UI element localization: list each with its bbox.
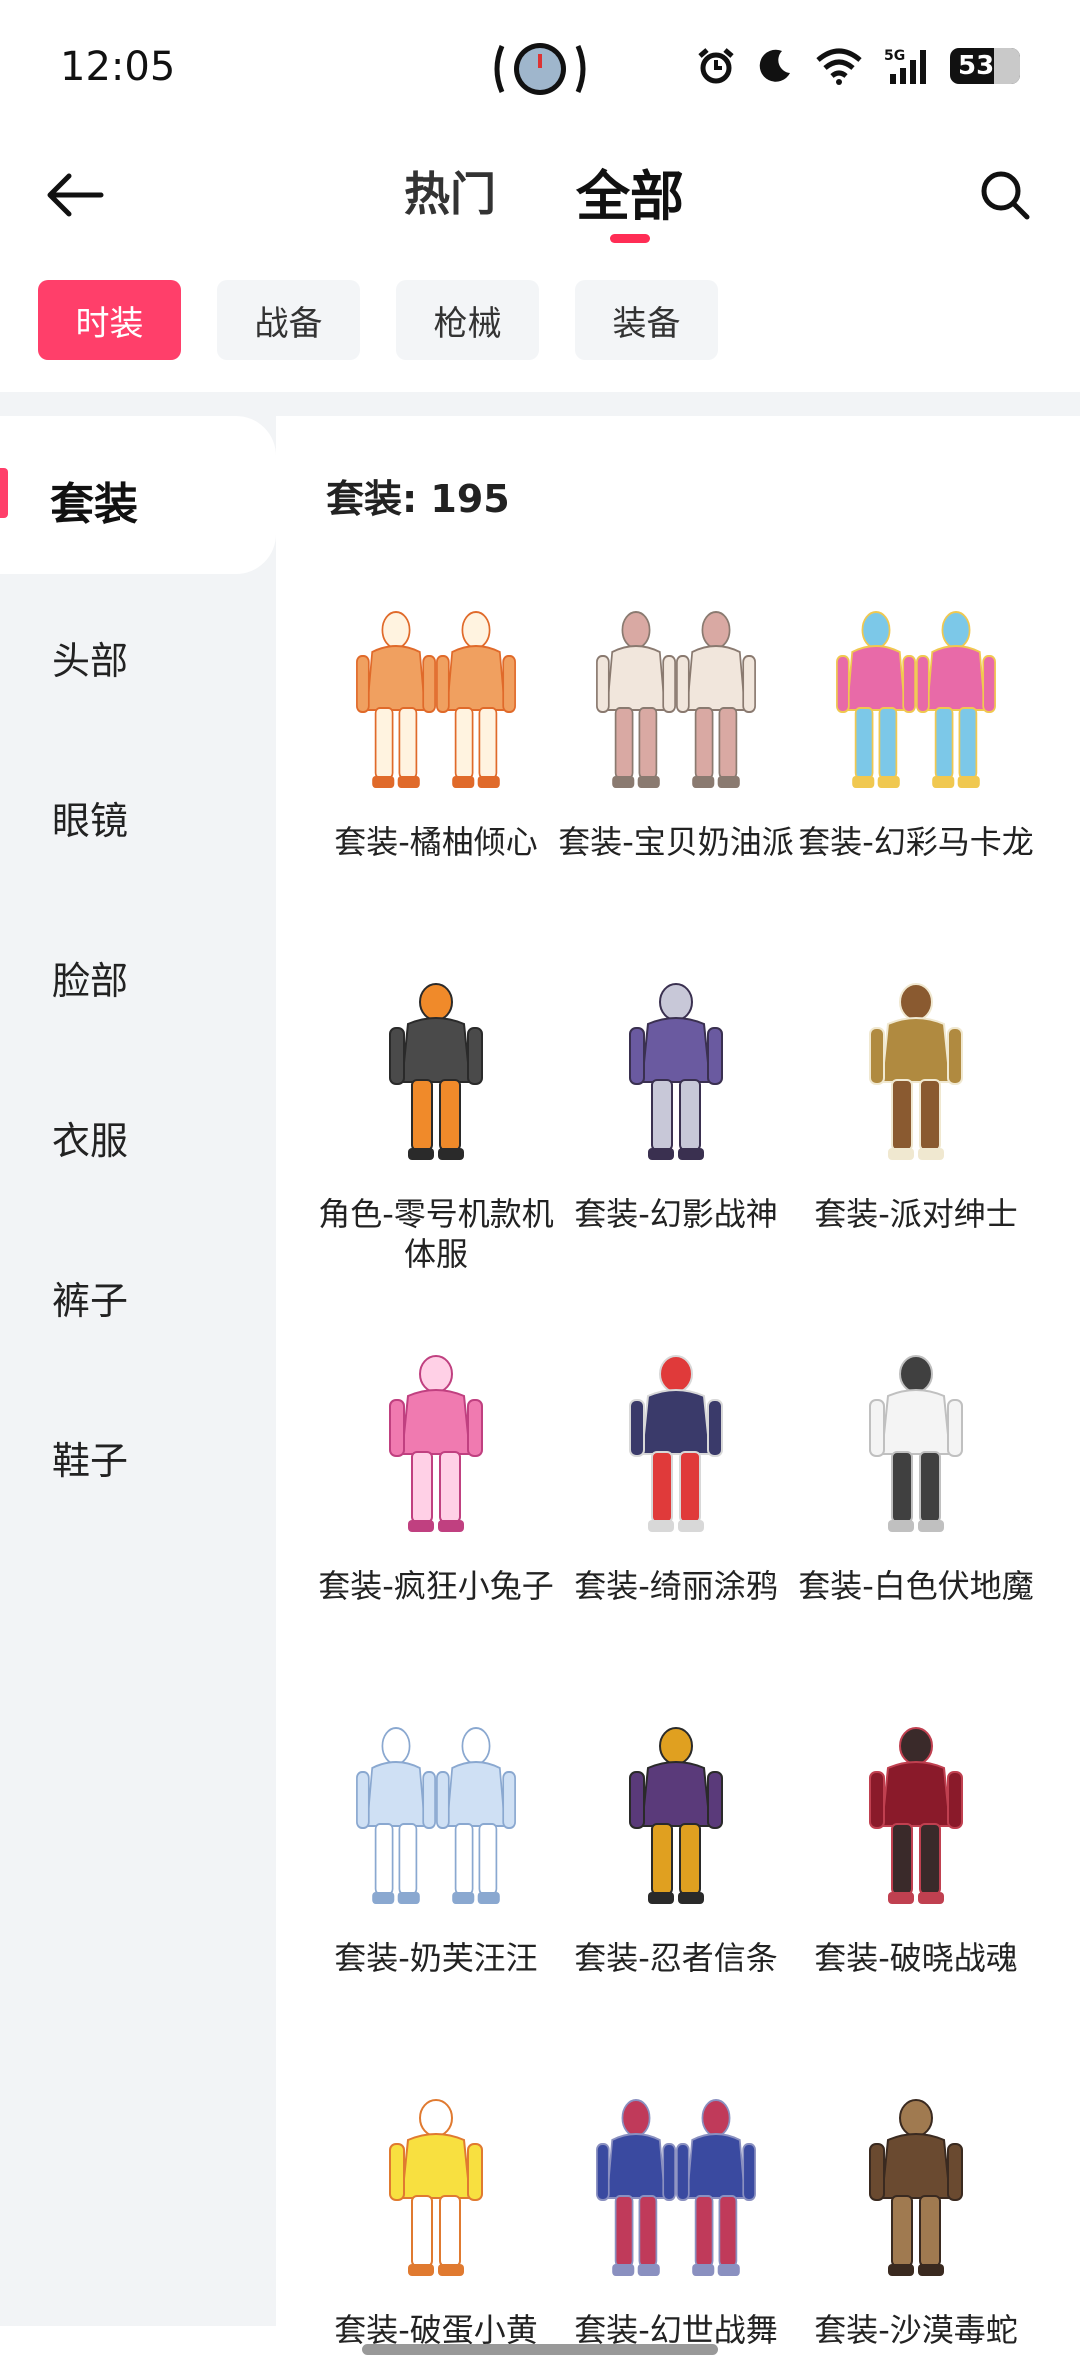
wifi-icon (816, 48, 862, 85)
sidebar-item-shoes[interactable]: 鞋子 (52, 1430, 128, 1485)
outfit-card[interactable]: 套装-沙漠毒蛇 (796, 2088, 1036, 2377)
outfit-card[interactable]: 套装-破蛋小黄 (316, 2088, 556, 2377)
sidebar-item-pants[interactable]: 裤子 (52, 1270, 128, 1325)
sidebar-item-glasses[interactable]: 眼镜 (52, 790, 128, 845)
chip-firearms[interactable]: 枪械 (396, 280, 539, 360)
outfit-card[interactable]: 套装-幻影战神 (556, 972, 796, 1344)
search-button[interactable] (970, 160, 1040, 230)
battery-level: 53 (958, 51, 995, 81)
outfit-card[interactable]: 套装-忍者信条 (556, 1716, 796, 2088)
outfit-pair-blue-icon (596, 2099, 756, 2276)
outfit-card[interactable]: 套装-破晓战魂 (796, 1716, 1036, 2088)
status-bar: 12:05 5G 53 (0, 0, 1080, 130)
chip-fashion[interactable]: 时装 (38, 280, 181, 360)
chip-equipment[interactable]: 装备 (575, 280, 718, 360)
outfit-bunny-pink-icon (389, 1355, 483, 1532)
sidebar-active-indicator (0, 468, 8, 518)
arrow-left-icon (47, 173, 104, 217)
outfit-ninja-purple-icon (629, 1727, 723, 1904)
outfit-card[interactable]: 套装-绮丽涂鸦 (556, 1344, 796, 1716)
outfit-card[interactable]: 套装-宝贝奶油派 (556, 600, 796, 972)
outfit-pair-cream-icon (596, 611, 756, 788)
outfit-jacket-graffiti-icon (629, 1355, 723, 1532)
outfit-name: 套装-白色伏地魔 (798, 1567, 1034, 1605)
outfit-card[interactable]: 套装-幻彩马卡龙 (796, 600, 1036, 972)
chip-supplies[interactable]: 战备 (217, 280, 360, 360)
sidebar-item-suit[interactable]: 套装 (0, 416, 276, 574)
item-count-title: 套装: 195 (326, 477, 510, 521)
category-sidebar: 套装 头部 眼镜 脸部 衣服 裤子 鞋子 (0, 416, 276, 2326)
status-time: 12:05 (60, 44, 176, 90)
outfit-name: 套装-派对绅士 (814, 1195, 1018, 1233)
outfit-name: 套装-破晓战魂 (814, 1939, 1018, 1977)
outfit-name: 套装-宝贝奶油派 (558, 823, 794, 861)
alarm-icon (698, 48, 734, 84)
outfit-name: 套装-奶芙汪汪 (334, 1939, 538, 1977)
item-grid: 套装-橘柚倾心 套装-宝贝奶油派 套装-幻彩马卡龙角色-零号机款机体服 套装-幻影战神… (316, 600, 1076, 2377)
outfit-card[interactable]: 套装-橘柚倾心 (316, 600, 556, 972)
moon-icon (759, 49, 790, 82)
top-header: 热门 全部 (0, 130, 1080, 260)
outfit-pair-rainbow-icon (836, 611, 996, 788)
outfit-name: 套装-绮丽涂鸦 (574, 1567, 778, 1605)
outfit-hoodie-white-icon (869, 1355, 963, 1532)
outfit-name: 套装-橘柚倾心 (334, 823, 538, 861)
sidebar-item-face[interactable]: 脸部 (52, 950, 128, 1005)
sidebar-item-label: 套装 (50, 479, 138, 530)
outfit-name: 套装-幻彩马卡龙 (798, 823, 1034, 861)
tab-hot[interactable]: 热门 (404, 158, 496, 224)
outfit-card[interactable]: 套装-幻世战舞 (556, 2088, 796, 2377)
outfit-pair-puppy-icon (356, 1727, 516, 1904)
outfit-name: 套装-沙漠毒蛇 (814, 2311, 1018, 2349)
outfit-card[interactable]: 套装-奶芙汪汪 (316, 1716, 556, 2088)
category-chips: 时装 战备 枪械 装备 (38, 280, 718, 360)
outfit-card[interactable]: 角色-零号机款机体服 (316, 972, 556, 1344)
section-divider (0, 392, 1080, 416)
signal-5g-icon: 5G (884, 48, 926, 84)
outfit-name: 套装-幻影战神 (574, 1195, 778, 1233)
sidebar-item-clothes[interactable]: 衣服 (52, 1110, 128, 1165)
outfit-desert-brown-icon (869, 2099, 963, 2276)
outfit-name: 套装-疯狂小兔子 (318, 1567, 554, 1605)
outfit-armor-purple-icon (629, 983, 723, 1160)
outfit-card[interactable]: 套装-派对绅士 (796, 972, 1036, 1344)
search-icon (981, 171, 1030, 220)
sidebar-item-head[interactable]: 头部 (52, 630, 128, 685)
svg-text:5G: 5G (884, 48, 905, 64)
outfit-suit-gold-icon (869, 983, 963, 1160)
home-indicator[interactable] (362, 2344, 718, 2355)
battery-icon: 53 (950, 48, 1020, 84)
active-tab-indicator (610, 234, 650, 243)
content-panel: 套装: 195 套装-橘柚倾心 套装-宝贝奶油派 套装-幻彩马卡龙角色-零号机款机体… (276, 416, 1080, 2349)
outfit-pair-orange-icon (356, 611, 516, 788)
tab-all[interactable]: 全部 (576, 152, 684, 231)
outfit-bodysuit-orange-icon (389, 983, 483, 1160)
outfit-card[interactable]: 套装-白色伏地魔 (796, 1344, 1036, 1716)
outfit-card[interactable]: 套装-疯狂小兔子 (316, 1344, 556, 1716)
outfit-name: 套装-忍者信条 (574, 1939, 778, 1977)
outfit-chick-yellow-icon (389, 2099, 483, 2276)
outfit-name: 角色-零号机款机体服 (318, 1195, 554, 1273)
back-button[interactable] (40, 160, 110, 230)
status-icons: 5G 53 (696, 46, 1020, 86)
recording-indicator-icon (494, 43, 586, 95)
outfit-coat-red-icon (869, 1727, 963, 1904)
